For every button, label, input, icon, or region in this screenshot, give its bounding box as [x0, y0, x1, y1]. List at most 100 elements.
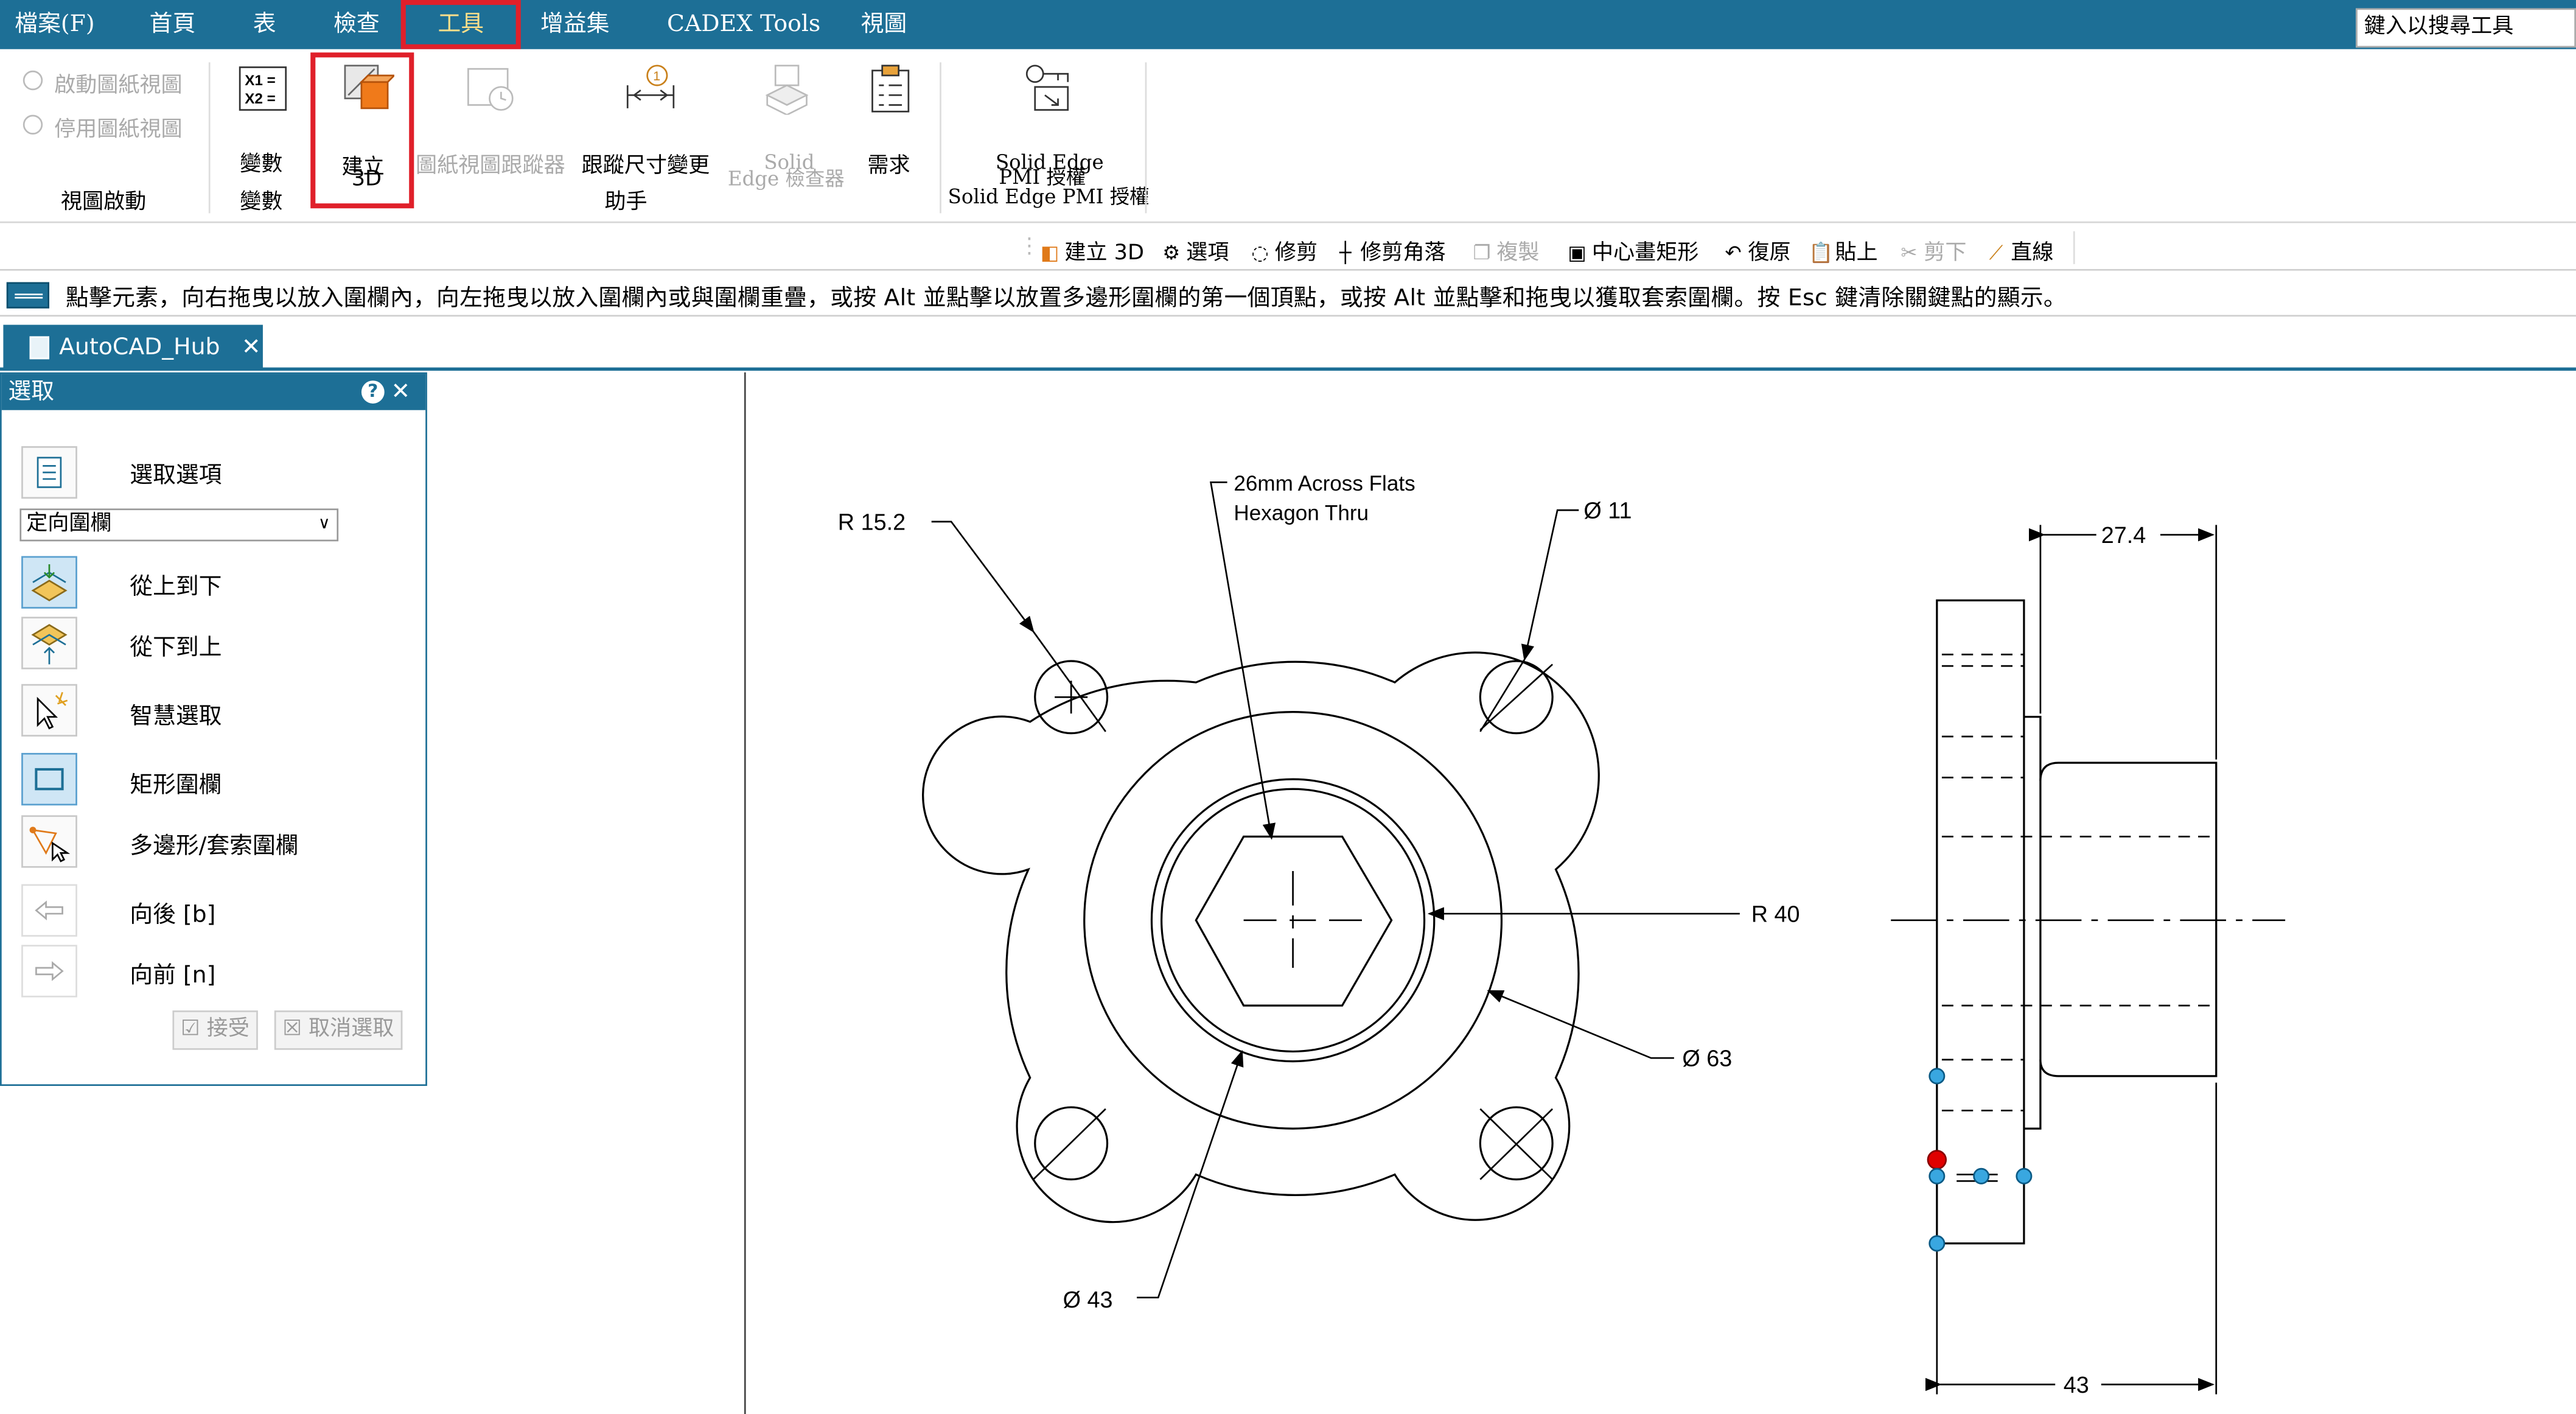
toolbar-undo-label: 復原: [1748, 241, 1791, 266]
dim-r15-2-text[interactable]: R 15.2: [838, 509, 906, 535]
layers-down-icon: [31, 564, 68, 601]
leader-bolt-tl: [1032, 631, 1106, 732]
dim-43-text[interactable]: 43: [2064, 1373, 2089, 1398]
menu-tools[interactable]: 工具: [400, 0, 521, 49]
bottom-to-top-label: 從下到上: [130, 634, 222, 662]
leader-r15-2: [931, 520, 1035, 633]
menu-file[interactable]: 檔案(F): [15, 0, 94, 49]
app-window: 檔案(F) 首頁 表 檢查 工具 增益集 CADEX Tools 視圖 鍵入以搜…: [0, 0, 2576, 1414]
dimension-tracker-label[interactable]: 跟蹤尺寸變更: [582, 148, 710, 178]
leader-d43: [1137, 1049, 1244, 1299]
toolbar-grip[interactable]: ⋮: [1019, 234, 1040, 259]
toolbar-options-label: 選項: [1186, 241, 1229, 266]
tab-title: AutoCAD_Hub: [59, 334, 220, 361]
back-button[interactable]: [21, 884, 77, 937]
close-panel-icon[interactable]: ✕: [391, 374, 411, 410]
deactivate-sheet-view-label: 停用圖紙視圖: [54, 118, 183, 143]
assistant-group-label: 助手: [604, 190, 647, 215]
dim-r40-text[interactable]: R 40: [1751, 902, 1800, 928]
arrow-left-icon: [35, 900, 63, 921]
menu-home[interactable]: 首頁: [150, 0, 196, 49]
activate-sheet-view-radio[interactable]: [23, 70, 43, 91]
toolbar-paste[interactable]: 📋 貼上: [1809, 234, 1877, 265]
activate-sheet-view-label: 啟動圖紙視圖: [54, 74, 183, 99]
dimension-tracker-icon[interactable]: 1: [624, 62, 677, 114]
fence-mode-value: 定向圍欄: [26, 511, 112, 537]
list-options-icon: [37, 457, 62, 488]
drawing-canvas[interactable]: R 15.2 26mm Across Flats Hexagon Thru Ø …: [744, 372, 2576, 1414]
leader-hex-note: [1210, 481, 1276, 840]
leader-d63: [1487, 990, 1674, 1059]
view-activation-group-label: 視圖啟動: [60, 190, 147, 215]
polygon-fence-label: 多邊形/套索圍欄: [130, 833, 299, 860]
variables-button-label[interactable]: 變數: [240, 146, 282, 177]
search-tools-input[interactable]: 鍵入以搜尋工具: [2356, 8, 2576, 48]
hex-note-line1[interactable]: 26mm Across Flats: [1234, 472, 1415, 495]
pmi-license-icon[interactable]: [1022, 62, 1071, 111]
close-tab-icon[interactable]: ✕: [242, 325, 261, 371]
bottom-to-top-button[interactable]: [21, 617, 77, 670]
flange-outline[interactable]: [922, 651, 1600, 1223]
select-options-button[interactable]: [21, 446, 77, 499]
select-options-label: 選取選項: [130, 462, 222, 489]
svg-text:X2 =: X2 =: [245, 91, 276, 107]
menubar: 檔案(F) 首頁 表 檢查 工具 增益集 CADEX Tools 視圖 鍵入以搜…: [0, 0, 2576, 49]
smart-cursor-icon: [37, 691, 68, 730]
cad-drawing[interactable]: R 15.2 26mm Across Flats Hexagon Thru Ø …: [746, 373, 2576, 1414]
toolbar-trim[interactable]: ◌ 修剪: [1249, 234, 1318, 265]
ribbon-divider-3: [1145, 62, 1147, 214]
svg-text:1: 1: [653, 68, 660, 83]
tab-autocad-hub[interactable]: AutoCAD_Hub ✕: [3, 324, 263, 371]
chevron-down-icon: ∨: [318, 515, 330, 533]
deselect-button[interactable]: ☒ 取消選取: [274, 1010, 402, 1050]
forward-button[interactable]: [21, 945, 77, 998]
deactivate-sheet-view-radio[interactable]: [23, 114, 43, 135]
toolbar-copy: ❐ 複製: [1470, 234, 1539, 265]
toolbar-center-rect[interactable]: ▣ 中心畫矩形: [1566, 234, 1698, 265]
leader-d11: [1521, 509, 1579, 661]
pmi-label-line2[interactable]: PMI 授權: [999, 167, 1086, 187]
side-view[interactable]: [1936, 599, 2218, 1245]
drawing-view-tracker-icon: [467, 68, 514, 111]
toolbar-trim-corner[interactable]: ┼ 修剪角落: [1334, 234, 1446, 265]
toolbar-undo[interactable]: ↶ 復原: [1722, 234, 1790, 265]
dim-d63-text[interactable]: Ø 63: [1682, 1046, 1732, 1072]
toolbar-line[interactable]: ⟋ 直線: [1984, 234, 2054, 265]
toolbar-create3d[interactable]: ◧ 建立 3D: [1038, 234, 1144, 265]
ribbon-divider: [208, 62, 211, 214]
accept-button[interactable]: ☑ 接受: [172, 1010, 258, 1050]
dim-d11-text[interactable]: Ø 11: [1583, 499, 1632, 524]
requirements-icon[interactable]: [867, 62, 913, 114]
trim-corner-icon: ┼: [1339, 241, 1352, 264]
menu-table[interactable]: 表: [253, 0, 276, 49]
paste-icon: 📋: [1809, 241, 1834, 264]
layers-up-icon: [31, 624, 68, 665]
menu-inspect[interactable]: 檢查: [333, 0, 380, 49]
close-box-icon: ☒: [282, 1017, 309, 1042]
dim-d43-text[interactable]: Ø 43: [1063, 1287, 1113, 1313]
back-label: 向後 [b]: [130, 902, 216, 929]
toolbar-copy-label: 複製: [1496, 241, 1540, 266]
selection-handles[interactable]: [1927, 1068, 2033, 1252]
dim-27-4-text[interactable]: 27.4: [2101, 523, 2146, 548]
prompt-text: 點擊元素，向右拖曳以放入圍欄內，向左拖曳以放入圍欄內或與圍欄重疊，或按 Alt …: [65, 285, 2067, 312]
undo-icon: ↶: [1725, 241, 1742, 264]
polygon-fence-button[interactable]: [21, 815, 77, 868]
help-icon[interactable]: ?: [361, 380, 385, 404]
arrow-right-icon: [35, 961, 64, 981]
select-panel: 選取 ? ✕ 選取選項 定向圍欄 ∨ 從上到下 從下到上 智慧選取 矩形圍欄 多…: [0, 372, 427, 1087]
smart-select-button[interactable]: [21, 684, 77, 737]
requirements-label[interactable]: 需求: [867, 148, 910, 178]
menu-cadex-tools[interactable]: CADEX Tools: [667, 0, 820, 49]
variables-icon[interactable]: X1 = X2 =: [238, 66, 287, 115]
fence-mode-select[interactable]: 定向圍欄 ∨: [19, 508, 339, 542]
rectangle-fence-button[interactable]: [21, 752, 77, 806]
rectangle-icon: [35, 768, 64, 791]
menu-addins[interactable]: 增益集: [540, 0, 609, 49]
menu-view[interactable]: 視圖: [861, 0, 907, 49]
toolbar-options[interactable]: ⚙ 選項: [1160, 234, 1229, 265]
top-to-bottom-button[interactable]: [21, 556, 77, 609]
side-dimensions: [1925, 525, 2218, 1395]
hex-note-line2[interactable]: Hexagon Thru: [1234, 501, 1369, 525]
document-tabbar: AutoCAD_Hub ✕: [0, 324, 2576, 371]
